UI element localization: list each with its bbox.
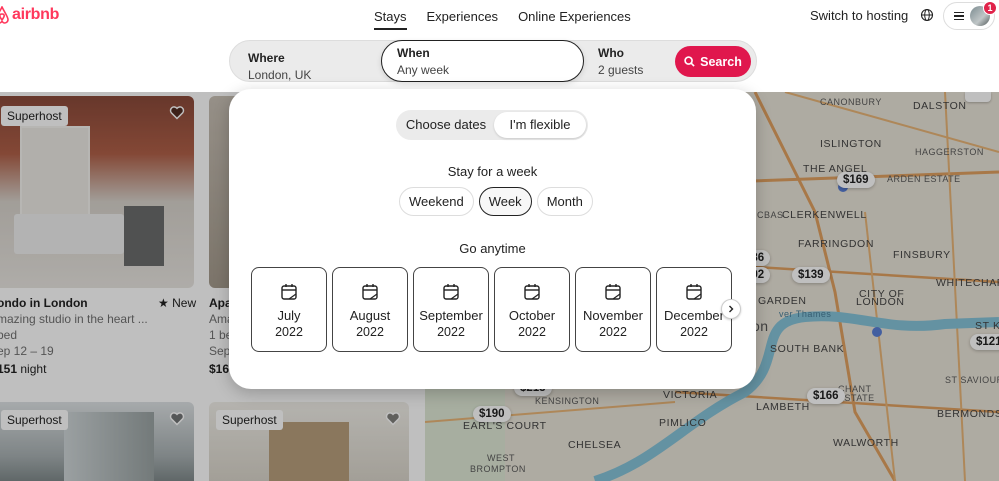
when-label: When (397, 46, 430, 60)
brand-name: airbnb (12, 6, 60, 23)
month-name: August (349, 308, 391, 323)
next-months-button[interactable] (721, 299, 741, 319)
menu-icon (954, 11, 964, 21)
calendar-icon (362, 284, 378, 300)
month-year: 2022 (680, 325, 708, 339)
search-bar: Where London, UK When Any week Who 2 gue… (229, 40, 757, 82)
month-year: 2022 (518, 325, 546, 339)
month-card-october[interactable]: October 2022 (494, 267, 570, 352)
calendar-icon (281, 284, 297, 300)
month-name: November (583, 308, 643, 323)
where-value: London, UK (248, 68, 312, 82)
calendar-icon (605, 284, 621, 300)
duration-month-chip[interactable]: Month (536, 187, 593, 216)
when-field[interactable]: When Any week (381, 40, 584, 82)
month-name: December (664, 308, 724, 323)
dates-mode-toggle: Choose dates I'm flexible (396, 110, 588, 140)
month-name: October (508, 308, 556, 323)
duration-week-chip[interactable]: Week (478, 187, 532, 216)
globe-icon[interactable] (920, 8, 934, 22)
duration-chips: Weekend Week Month (399, 187, 593, 216)
go-anytime-title: Go anytime (459, 241, 526, 256)
month-card-november[interactable]: November 2022 (575, 267, 651, 352)
calendar-icon (686, 284, 702, 300)
month-year: 2022 (275, 325, 303, 339)
tab-experiences[interactable]: Experiences (427, 9, 499, 30)
notification-badge: 1 (983, 1, 997, 15)
month-name: September (419, 308, 483, 323)
month-year: 2022 (356, 325, 384, 339)
month-card-july[interactable]: July 2022 (251, 267, 327, 352)
calendar-icon (524, 284, 540, 300)
when-value: Any week (397, 63, 450, 77)
who-field[interactable]: Who 2 guests (598, 46, 643, 86)
where-field[interactable]: Where London, UK (248, 51, 311, 91)
main-nav: Stays Experiences Online Experiences (374, 9, 631, 30)
who-label: Who (598, 46, 624, 60)
dates-dropdown-panel: Choose dates I'm flexible Stay for a wee… (229, 89, 756, 389)
month-options: July 2022 August 2022 September 2022 Oct… (251, 267, 732, 352)
search-button-label: Search (700, 54, 742, 69)
duration-weekend-chip[interactable]: Weekend (399, 187, 474, 216)
switch-to-hosting-link[interactable]: Switch to hosting (810, 8, 908, 23)
calendar-icon (443, 284, 459, 300)
month-name: July (277, 308, 301, 323)
flexible-tab[interactable]: I'm flexible (494, 112, 586, 138)
month-year: 2022 (599, 325, 627, 339)
choose-dates-tab[interactable]: Choose dates (398, 110, 494, 140)
tab-online-experiences[interactable]: Online Experiences (518, 9, 631, 30)
airbnb-logo[interactable]: airbnb (0, 6, 59, 24)
chevron-right-icon (729, 305, 734, 313)
who-value: 2 guests (598, 63, 644, 77)
month-card-august[interactable]: August 2022 (332, 267, 408, 352)
search-icon (684, 56, 695, 67)
search-button[interactable]: Search (675, 46, 751, 77)
month-card-september[interactable]: September 2022 (413, 267, 489, 352)
month-year: 2022 (437, 325, 465, 339)
airbnb-logo-icon (0, 6, 9, 24)
tab-stays[interactable]: Stays (374, 9, 407, 30)
where-label: Where (248, 51, 285, 65)
stay-duration-title: Stay for a week (447, 164, 538, 179)
